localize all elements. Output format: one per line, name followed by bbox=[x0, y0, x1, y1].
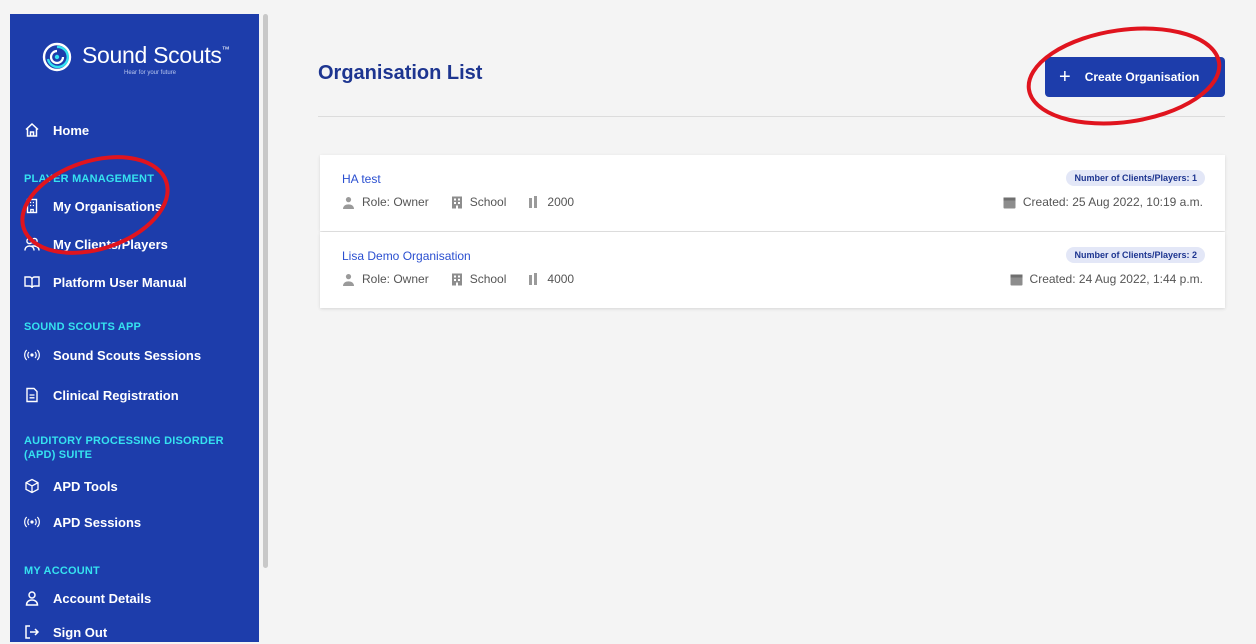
sidebar-item-label: My Clients/Players bbox=[53, 236, 168, 252]
organisation-card: Lisa Demo Organisation Role: Owner Schoo… bbox=[320, 232, 1225, 308]
home-icon bbox=[24, 122, 40, 138]
organisation-created-date: Created: 24 Aug 2022, 1:44 p.m. bbox=[1029, 272, 1203, 286]
page-title: Organisation List bbox=[318, 62, 483, 84]
sidebar-item-clinical-registration[interactable]: Clinical Registration bbox=[24, 383, 179, 407]
clients-count-badge: Number of Clients/Players: 2 bbox=[1066, 247, 1205, 263]
user-icon bbox=[24, 590, 40, 606]
map-icon bbox=[528, 196, 540, 208]
users-icon bbox=[24, 236, 40, 252]
sidebar-item-my-organisations[interactable]: My Organisations bbox=[24, 194, 162, 218]
organisation-role: Role: Owner bbox=[362, 195, 429, 209]
create-organisation-button[interactable]: + Create Organisation bbox=[1045, 57, 1225, 97]
sidebar-item-label: Sign Out bbox=[53, 624, 108, 640]
organisation-type: School bbox=[469, 195, 507, 209]
organisation-card: HA test Role: Owner School 2000 Number o… bbox=[320, 155, 1225, 231]
book-open-icon bbox=[24, 274, 40, 290]
sidebar-item-label: Clinical Registration bbox=[53, 387, 179, 403]
swirl-logo-icon bbox=[42, 42, 72, 72]
header-divider bbox=[318, 116, 1225, 117]
sidebar: Sound Scouts™ Hear for your future Home … bbox=[10, 14, 259, 642]
sidebar-item-label: Platform User Manual bbox=[53, 274, 187, 290]
map-icon bbox=[528, 273, 540, 285]
sidebar-item-sign-out[interactable]: Sign Out bbox=[24, 620, 107, 644]
sidebar-item-sound-scouts-sessions[interactable]: Sound Scouts Sessions bbox=[24, 343, 201, 367]
organisation-created: Created: 25 Aug 2022, 10:19 a.m. bbox=[1003, 195, 1203, 209]
sidebar-item-apd-tools[interactable]: APD Tools bbox=[24, 474, 118, 498]
organisation-meta: Role: Owner School 4000 bbox=[342, 272, 596, 286]
section-heading-my-account: MY ACCOUNT bbox=[24, 565, 100, 577]
calendar-icon bbox=[1010, 273, 1023, 286]
sidebar-item-my-clients-players[interactable]: My Clients/Players bbox=[24, 232, 168, 256]
organisation-postcode: 2000 bbox=[547, 195, 575, 209]
organisation-name-link[interactable]: Lisa Demo Organisation bbox=[342, 249, 471, 263]
plus-icon: + bbox=[1059, 66, 1071, 88]
sidebar-item-label: Home bbox=[53, 122, 90, 138]
building-icon bbox=[451, 196, 463, 209]
clients-count-badge: Number of Clients/Players: 1 bbox=[1066, 170, 1205, 186]
building-icon bbox=[24, 198, 40, 214]
user-icon bbox=[342, 273, 355, 286]
calendar-icon bbox=[1003, 196, 1016, 209]
organisation-postcode: 4000 bbox=[547, 272, 575, 286]
broadcast-icon bbox=[24, 347, 40, 363]
cube-icon bbox=[24, 478, 40, 494]
sidebar-scrollbar-thumb[interactable] bbox=[263, 14, 268, 568]
sidebar-item-apd-sessions[interactable]: APD Sessions bbox=[24, 510, 141, 534]
section-heading-line: AUDITORY PROCESSING DISORDER bbox=[24, 435, 224, 447]
section-heading-player-management: PLAYER MANAGEMENT bbox=[24, 173, 155, 185]
brand-name: Sound Scouts™ bbox=[82, 42, 230, 68]
section-heading-line: (APD) SUITE bbox=[24, 449, 93, 461]
sign-out-icon bbox=[24, 624, 40, 640]
brand-tagline: Hear for your future bbox=[124, 70, 177, 76]
broadcast-icon bbox=[24, 514, 40, 530]
sidebar-item-account-details[interactable]: Account Details bbox=[24, 586, 151, 610]
sidebar-item-platform-user-manual[interactable]: Platform User Manual bbox=[24, 270, 187, 294]
organisation-created: Created: 24 Aug 2022, 1:44 p.m. bbox=[1010, 272, 1203, 286]
organisation-role: Role: Owner bbox=[362, 272, 429, 286]
sidebar-item-label: APD Tools bbox=[53, 478, 118, 494]
sidebar-item-label: My Organisations bbox=[53, 198, 163, 214]
organisation-name-link[interactable]: HA test bbox=[342, 172, 381, 186]
sidebar-item-label: APD Sessions bbox=[53, 514, 142, 530]
document-icon bbox=[24, 387, 40, 403]
section-heading-apd-suite: AUDITORY PROCESSING DISORDER (APD) SUITE bbox=[24, 434, 224, 462]
organisation-created-date: Created: 25 Aug 2022, 10:19 a.m. bbox=[1022, 195, 1203, 209]
sidebar-item-label: Account Details bbox=[53, 590, 152, 606]
organisation-meta: Role: Owner School 2000 bbox=[342, 195, 596, 209]
building-icon bbox=[451, 273, 463, 286]
section-heading-sound-scouts-app: SOUND SCOUTS APP bbox=[24, 321, 142, 333]
create-organisation-label: Create Organisation bbox=[1084, 70, 1200, 84]
sidebar-item-label: Sound Scouts Sessions bbox=[53, 347, 202, 363]
user-icon bbox=[342, 196, 355, 209]
organisation-type: School bbox=[469, 272, 507, 286]
sidebar-item-home[interactable]: Home bbox=[24, 118, 89, 142]
